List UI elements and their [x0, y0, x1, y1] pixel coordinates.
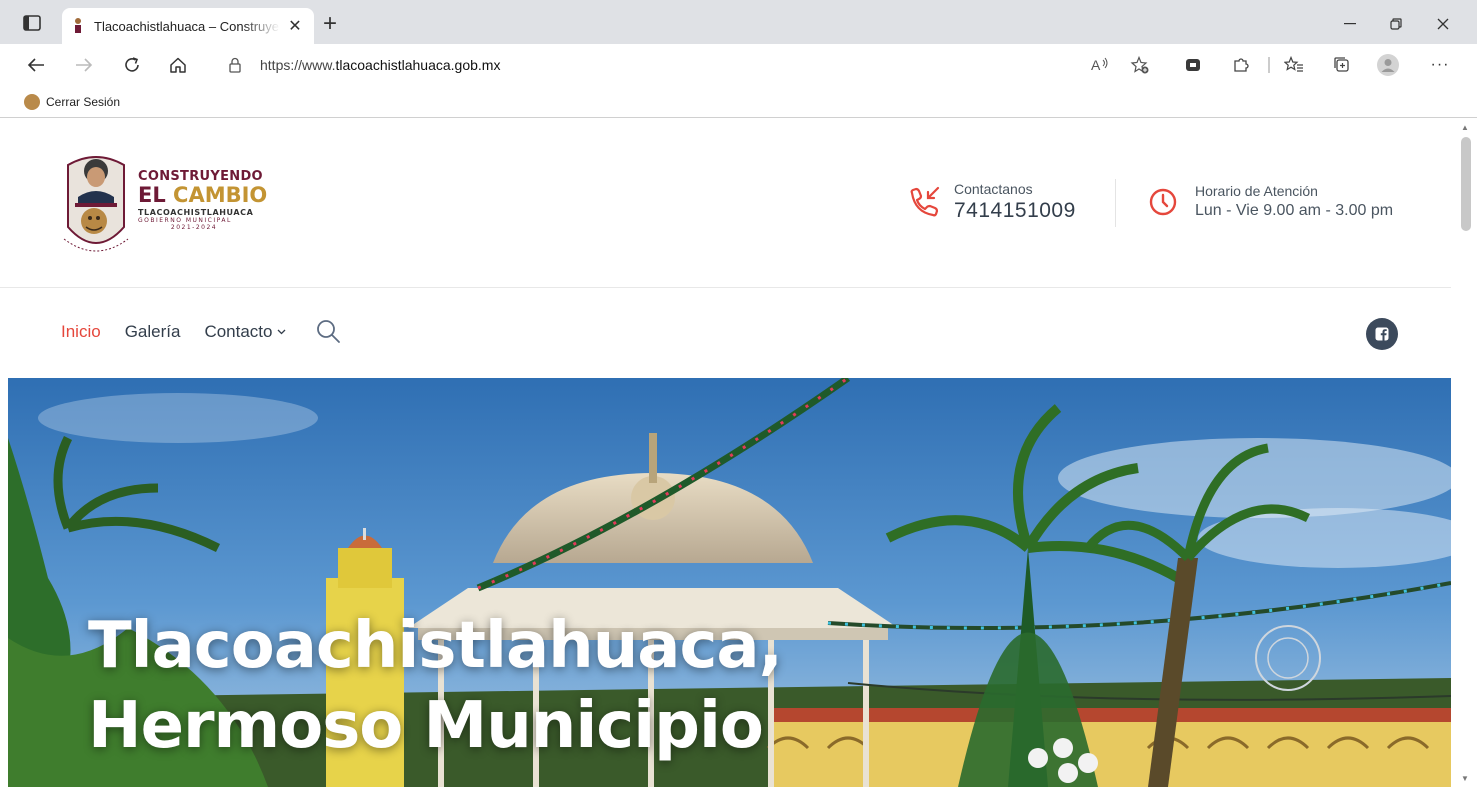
- tab-title: Tlacoachistlahuaca – Construyendo el Cam…: [94, 18, 280, 34]
- nav-item-contacto[interactable]: Contacto: [204, 322, 286, 342]
- lock-icon[interactable]: [228, 57, 242, 73]
- url-text[interactable]: https://www.tlacoachistlahuaca.gob.mx: [260, 57, 500, 73]
- nav-item-galeria[interactable]: Galería: [125, 322, 181, 342]
- logo-emblem-icon: [63, 156, 129, 252]
- hours-label: Horario de Atención: [1195, 183, 1318, 199]
- read-aloud-icon[interactable]: A: [1088, 53, 1112, 77]
- contact-phone[interactable]: 7414151009: [954, 199, 1076, 223]
- logo-line5: 2021-2024: [170, 224, 218, 231]
- facebook-icon[interactable]: [1366, 318, 1398, 350]
- logo-line2-cambio: CAMBIO: [173, 183, 268, 207]
- header-divider: [1115, 179, 1116, 227]
- extension-icon[interactable]: [1181, 53, 1205, 77]
- site-favicon-icon: [72, 17, 84, 35]
- hero-banner: Tlacoachistlahuaca, Hermoso Municipio: [8, 378, 1451, 787]
- close-window-icon[interactable]: [1423, 12, 1463, 36]
- contact-label: Contactanos: [954, 181, 1033, 197]
- collections-icon[interactable]: [1330, 53, 1354, 77]
- browser-toolbar: https://www.tlacoachistlahuaca.gob.mx A …: [0, 44, 1477, 86]
- site-header: CONSTRUYENDO EL CAMBIO TLACOACHISTLAHUAC…: [0, 119, 1451, 287]
- search-icon[interactable]: [315, 318, 341, 344]
- contact-block: Contactanos 7414151009: [906, 181, 1076, 223]
- favorite-item[interactable]: Cerrar Sesión: [24, 93, 121, 110]
- browser-tab[interactable]: Tlacoachistlahuaca – Construyendo el Cam…: [62, 8, 314, 44]
- tab-actions-icon[interactable]: [22, 14, 42, 32]
- forward-icon[interactable]: [72, 53, 96, 77]
- chevron-down-icon: [277, 327, 286, 338]
- favorite-label: Cerrar Sesión: [46, 94, 121, 109]
- favorites-icon[interactable]: [1282, 53, 1306, 77]
- logo-line2: EL CAMBIO: [138, 184, 267, 206]
- add-favorite-icon[interactable]: [1128, 53, 1152, 77]
- minimize-icon[interactable]: [1330, 12, 1370, 36]
- hours-value: Lun - Vie 9.00 am - 3.00 pm: [1195, 202, 1394, 219]
- profile-avatar[interactable]: [1376, 53, 1400, 77]
- logo-line1: CONSTRUYENDO: [138, 169, 263, 184]
- nav-links: Inicio Galería Contacto: [61, 322, 310, 342]
- more-options-icon[interactable]: ···: [1428, 53, 1452, 77]
- page-scrollbar[interactable]: ▲ ▼: [1455, 119, 1477, 787]
- hero-title: Tlacoachistlahuaca, Hermoso Municipio: [88, 606, 783, 766]
- back-icon[interactable]: [24, 53, 48, 77]
- home-icon[interactable]: [166, 53, 190, 77]
- scroll-up-icon[interactable]: ▲: [1461, 123, 1469, 132]
- logo-line4: GOBIERNO MUNICIPAL: [138, 217, 232, 224]
- nav-item-label: Galería: [124, 322, 181, 341]
- url-prefix: https://www.: [260, 57, 336, 73]
- favorite-favicon-icon: [24, 93, 40, 110]
- hero-title-line2: Hermoso Municipio: [88, 689, 764, 763]
- logo-text: CONSTRUYENDO EL CAMBIO TLACOACHISTLAHUAC…: [138, 169, 267, 231]
- restore-icon[interactable]: [1376, 12, 1416, 36]
- new-tab-button[interactable]: +: [318, 12, 342, 37]
- main-nav: Inicio Galería Contacto: [0, 288, 1451, 378]
- logo-line2-el: EL: [138, 183, 174, 207]
- toolbar-divider: [1268, 57, 1270, 73]
- nav-item-inicio[interactable]: Inicio: [61, 322, 101, 342]
- page-viewport: CONSTRUYENDO EL CAMBIO TLACOACHISTLAHUAC…: [0, 119, 1477, 787]
- url-domain: tlacoachistlahuaca.gob.mx: [335, 57, 501, 73]
- address-bar[interactable]: https://www.tlacoachistlahuaca.gob.mx: [208, 50, 1164, 80]
- nav-item-label: Contacto: [204, 322, 273, 341]
- extensions-puzzle-icon[interactable]: [1229, 53, 1253, 77]
- scrollbar-thumb[interactable]: [1461, 137, 1471, 231]
- hero-title-line1: Tlacoachistlahuaca,: [88, 609, 783, 683]
- tab-close-icon[interactable]: ✕: [286, 16, 304, 36]
- favorites-bar: Cerrar Sesión: [0, 86, 1477, 118]
- svg-text:A: A: [1091, 57, 1101, 73]
- nav-item-label: Inicio: [61, 322, 101, 341]
- clock-icon: [1148, 187, 1178, 217]
- site-logo[interactable]: CONSTRUYENDO EL CAMBIO TLACOACHISTLAHUAC…: [58, 147, 278, 262]
- browser-tab-bar: Tlacoachistlahuaca – Construyendo el Cam…: [0, 0, 1477, 44]
- logo-line3: TLACOACHISTLAHUACA: [138, 208, 254, 217]
- scroll-down-icon[interactable]: ▼: [1461, 774, 1469, 783]
- phone-incoming-icon: [906, 185, 942, 221]
- hours-block: Horario de Atención Lun - Vie 9.00 am - …: [1148, 183, 1393, 220]
- refresh-icon[interactable]: [120, 53, 144, 77]
